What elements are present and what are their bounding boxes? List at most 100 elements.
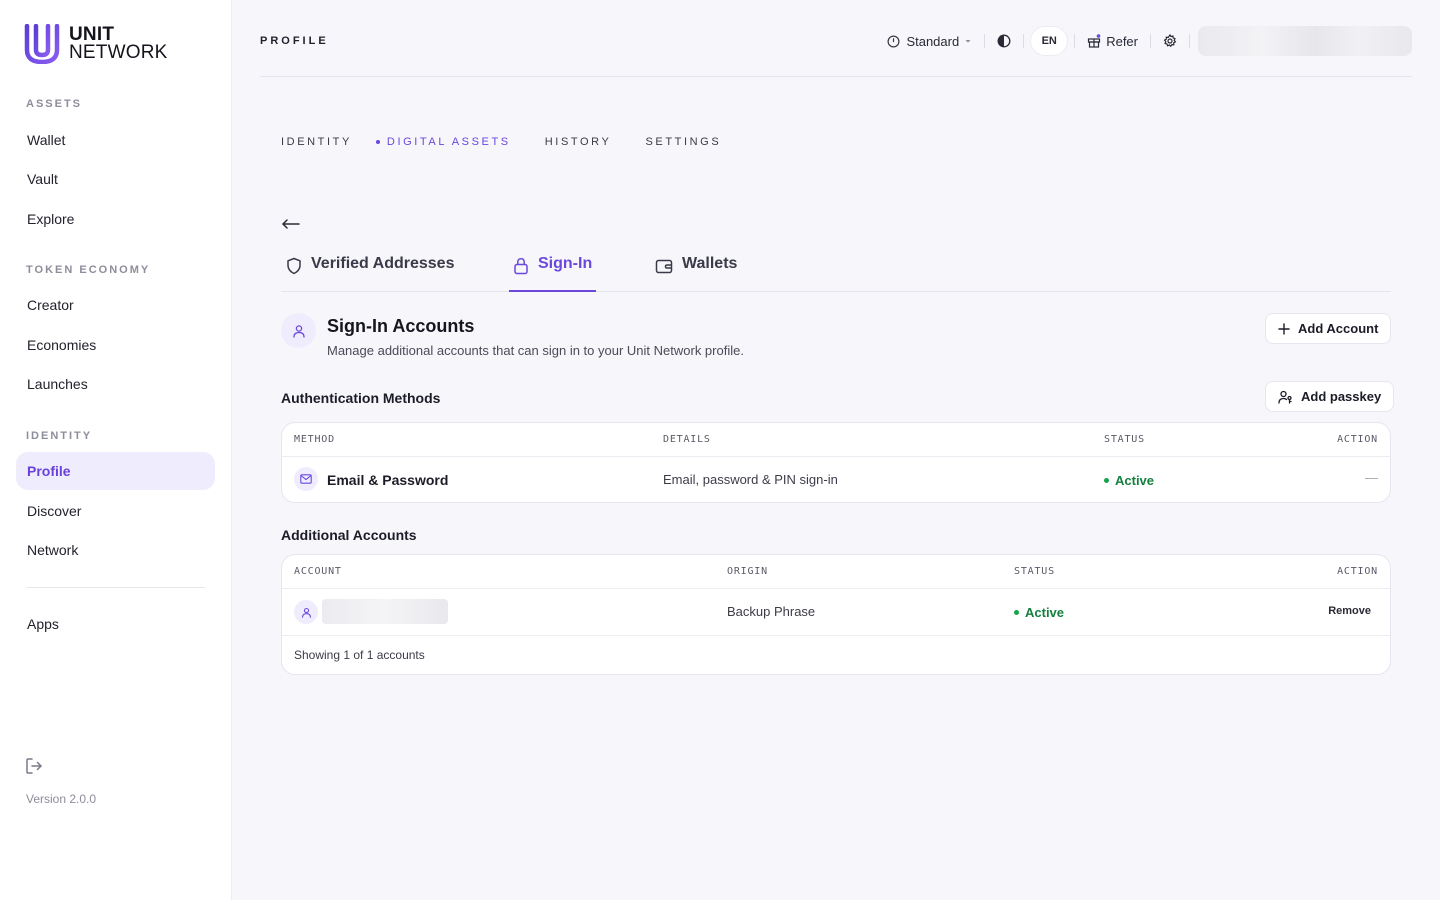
- sidebar-divider: [26, 587, 205, 588]
- lock-icon: [514, 258, 528, 275]
- brand-line-2: NETWORK: [69, 42, 168, 63]
- sidebar-item-economies[interactable]: Economies: [16, 326, 215, 364]
- unit-logo-icon: [24, 24, 60, 64]
- method-details: Email, password & PIN sign-in: [663, 472, 838, 487]
- user-key-icon: [1278, 390, 1292, 404]
- additional-accounts-heading: Additional Accounts: [281, 527, 417, 543]
- status-dot: [1014, 610, 1019, 615]
- subtab-verified-addresses[interactable]: Verified Addresses: [286, 244, 454, 292]
- account-origin: Backup Phrase: [727, 604, 816, 619]
- language-selector[interactable]: EN: [1030, 26, 1069, 56]
- add-account-button[interactable]: Add Account: [1265, 313, 1392, 344]
- mail-icon: [300, 474, 312, 484]
- table-row: Email & Password Email, password & PIN s…: [282, 457, 1390, 502]
- header-separator: [1150, 34, 1151, 48]
- table-footer: Showing 1 of 1 accounts: [282, 635, 1390, 674]
- plus-icon: [1278, 322, 1290, 335]
- method-name: Email & Password: [327, 472, 449, 488]
- status-label: Active: [1025, 605, 1065, 620]
- status-dot: [1104, 478, 1109, 483]
- sidebar-item-explore[interactable]: Explore: [16, 200, 215, 238]
- nav-section-assets: ASSETS: [26, 98, 83, 110]
- sub-tabs: Verified Addresses Sign-In Wallets: [281, 244, 1391, 292]
- tab-history[interactable]: HISTORY: [545, 136, 612, 148]
- header-divider: [260, 76, 1412, 77]
- sidebar-item-discover[interactable]: Discover: [16, 492, 215, 530]
- column-header-method: METHOD: [294, 434, 335, 445]
- subtab-label: Verified Addresses: [311, 255, 455, 272]
- header-separator: [1074, 34, 1076, 48]
- section-avatar: [281, 313, 316, 348]
- status-label: Active: [1115, 473, 1155, 488]
- column-header-details: DETAILS: [663, 434, 711, 445]
- method-action: —: [1365, 470, 1378, 485]
- tab-identity[interactable]: IDENTITY: [281, 136, 352, 148]
- subtab-sign-in[interactable]: Sign-In: [509, 244, 597, 292]
- tab-settings[interactable]: SETTINGS: [645, 136, 721, 148]
- column-header-status: STATUS: [1014, 566, 1055, 577]
- table-row: Backup Phrase Active Remove: [282, 589, 1390, 635]
- page-title: PROFILE: [260, 35, 329, 47]
- auth-methods-heading: Authentication Methods: [281, 390, 441, 406]
- settings-button[interactable]: [1163, 26, 1177, 56]
- contrast-icon: [997, 34, 1011, 48]
- add-passkey-button[interactable]: Add passkey: [1265, 381, 1395, 412]
- section-description: Manage additional accounts that can sign…: [327, 343, 744, 358]
- user-menu-redacted[interactable]: [1198, 26, 1412, 56]
- sidebar-item-profile[interactable]: Profile: [16, 452, 215, 490]
- tab-label: SETTINGS: [645, 136, 722, 148]
- gauge-icon: [887, 35, 900, 47]
- sidebar-item-launches[interactable]: Launches: [16, 365, 215, 403]
- subtab-wallets[interactable]: Wallets: [655, 244, 737, 292]
- logout-icon[interactable]: [25, 757, 43, 775]
- back-arrow-icon[interactable]: [281, 214, 301, 234]
- column-header-action: ACTION: [1337, 434, 1378, 445]
- sidebar-item-vault[interactable]: Vault: [16, 160, 215, 198]
- user-icon: [301, 607, 311, 618]
- table-header: ACCOUNT ORIGIN STATUS ACTION: [282, 555, 1390, 589]
- refer-label: Refer: [1106, 33, 1138, 49]
- remove-account-button[interactable]: Remove: [1328, 605, 1371, 617]
- subtab-label: Wallets: [682, 255, 738, 272]
- tab-label: HISTORY: [544, 136, 612, 148]
- add-passkey-label: Add passkey: [1301, 389, 1382, 404]
- column-header-action: ACTION: [1337, 566, 1378, 577]
- user-icon: [292, 324, 305, 338]
- active-dot: [375, 140, 380, 144]
- section-title: Sign-In Accounts: [327, 316, 475, 336]
- sidebar-item-creator[interactable]: Creator: [16, 286, 215, 324]
- shield-icon: [287, 257, 301, 275]
- caret-down-icon: [965, 40, 971, 43]
- add-account-label: Add Account: [1298, 321, 1379, 336]
- subtab-label: Sign-In: [538, 255, 593, 272]
- tab-label: IDENTITY: [281, 136, 352, 148]
- theme-toggle[interactable]: [997, 26, 1011, 56]
- header-separator: [1189, 34, 1190, 48]
- header-separator: [984, 34, 986, 48]
- brand-wordmark: UNIT NETWORK: [69, 25, 168, 63]
- refer-button[interactable]: Refer: [1087, 26, 1138, 56]
- gear-icon: [1163, 34, 1177, 48]
- gift-icon: [1088, 34, 1101, 48]
- brand-logo[interactable]: UNIT NETWORK: [24, 24, 168, 64]
- column-header-status: STATUS: [1104, 434, 1145, 445]
- header-toolbar: Standard EN Refer: [887, 26, 1412, 56]
- method-icon: [294, 467, 318, 491]
- tab-digital-assets[interactable]: DIGITAL ASSETS: [375, 136, 511, 148]
- sidebar: UNIT NETWORK ASSETS Wallet Vault Explore…: [0, 0, 232, 900]
- nav-section-identity: IDENTITY: [26, 430, 93, 442]
- mode-selector[interactable]: Standard: [887, 26, 972, 56]
- sidebar-item-wallet[interactable]: Wallet: [16, 121, 215, 159]
- tab-label: DIGITAL ASSETS: [386, 136, 511, 148]
- status-badge: Active: [1104, 473, 1154, 488]
- sidebar-item-network[interactable]: Network: [16, 531, 215, 569]
- table-header: METHOD DETAILS STATUS ACTION: [282, 423, 1390, 457]
- profile-tabs: IDENTITY DIGITAL ASSETS HISTORY SETTINGS: [281, 136, 755, 148]
- sidebar-item-apps[interactable]: Apps: [16, 605, 215, 643]
- column-header-account: ACCOUNT: [294, 566, 342, 577]
- account-name-redacted: [322, 599, 448, 624]
- pagination-summary: Showing 1 of 1 accounts: [294, 648, 425, 662]
- header-separator: [1023, 34, 1025, 48]
- nav-section-token-economy: TOKEN ECONOMY: [26, 264, 151, 276]
- mode-label: Standard: [906, 33, 960, 49]
